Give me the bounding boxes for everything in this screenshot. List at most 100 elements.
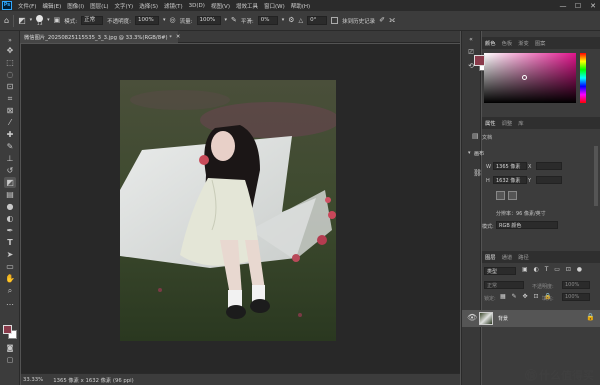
object-selection-tool-icon[interactable]: ⊡ [4, 81, 16, 92]
menu-help[interactable]: 帮助(H) [288, 2, 313, 10]
airbrush-icon[interactable]: ✎ [231, 17, 237, 24]
tab-properties[interactable]: 属性 [485, 119, 496, 127]
minimize-button[interactable]: — [556, 0, 570, 11]
eraser-tool-icon[interactable]: ◩ [18, 16, 26, 25]
menu-view[interactable]: 视图(V) [208, 2, 233, 10]
eyedropper-tool-icon[interactable]: ⁄ [4, 117, 16, 128]
fill-field[interactable]: 100% [562, 293, 590, 301]
brush-tool-icon[interactable]: ✎ [4, 141, 16, 152]
tab-color[interactable]: 颜色 [485, 39, 496, 47]
opacity-field[interactable]: 100% [135, 16, 160, 25]
link-proportions-icon[interactable]: ⛓ [473, 170, 482, 177]
chevron-down-icon[interactable]: ▾ [225, 18, 228, 23]
landscape-orientation-button[interactable] [508, 191, 517, 200]
document-tab-bar: 微信图片_20250825115535_3_3.jpg @ 33.3%(RGB/… [20, 31, 460, 43]
color-picker-cursor[interactable] [522, 75, 527, 80]
clone-stamp-tool-icon[interactable]: ⊥ [4, 153, 16, 164]
tab-channels[interactable]: 通道 [502, 253, 513, 261]
lasso-tool-icon[interactable]: ◌ [4, 69, 16, 80]
dodge-tool-icon[interactable]: ◐ [4, 213, 16, 224]
hand-tool-icon[interactable]: ✋ [4, 273, 16, 284]
pressure-size-icon[interactable]: ✐ [379, 17, 385, 24]
symmetry-icon[interactable]: ⟗ [389, 17, 395, 24]
chevron-down-icon[interactable]: ▾ [163, 18, 166, 23]
x-field[interactable] [536, 162, 562, 170]
menu-edit[interactable]: 编辑(E) [39, 2, 64, 10]
screen-mode-icon[interactable]: ▢ [4, 355, 16, 366]
layer-opacity-field[interactable]: 100% [562, 281, 590, 289]
color-picker-field[interactable] [484, 53, 576, 103]
document-image[interactable] [120, 80, 336, 341]
gradient-tool-icon[interactable]: ▤ [4, 189, 16, 200]
tab-patterns[interactable]: 图案 [535, 39, 546, 47]
blur-tool-icon[interactable]: ● [4, 201, 16, 212]
color-mode-select[interactable]: RGB 颜色 [496, 221, 558, 229]
tab-layers[interactable]: 图层 [485, 253, 496, 261]
expand-panels-icon[interactable]: « [465, 34, 477, 45]
angle-icon: △ [298, 16, 304, 24]
menu-window[interactable]: 窗口(W) [261, 2, 288, 10]
move-tool-icon[interactable]: ✥ [4, 45, 16, 56]
frame-tool-icon[interactable]: ⊠ [4, 105, 16, 116]
close-tab-icon[interactable]: ✕ [176, 34, 180, 40]
pen-tool-icon[interactable]: ✒ [4, 225, 16, 236]
properties-scrollbar[interactable] [594, 146, 598, 206]
zoom-level[interactable]: 33.33% [23, 377, 43, 383]
brush-preset-picker[interactable]: 13 [36, 14, 44, 27]
hue-slider[interactable] [580, 53, 586, 103]
menu-image[interactable]: 图像(I) [64, 2, 87, 10]
y-field[interactable] [536, 176, 562, 184]
tab-adjustments[interactable]: 调整 [502, 119, 513, 127]
menu-filter[interactable]: 滤镜(T) [161, 2, 186, 10]
layer-kind-filter[interactable]: 类型 [484, 267, 516, 275]
zoom-tool-icon[interactable]: ⌕ [4, 285, 16, 296]
home-icon[interactable]: ⌂ [4, 16, 9, 25]
height-field[interactable]: 1632 像素 [493, 176, 527, 184]
mode-select[interactable]: 正常 [81, 16, 104, 25]
crop-tool-icon[interactable]: ⌗ [4, 93, 16, 104]
brush-settings-icon[interactable]: ▣ [54, 17, 61, 24]
smoothing-field[interactable]: 0% [257, 16, 278, 25]
more-tools-icon[interactable]: … [4, 297, 16, 308]
eraser-tool-icon[interactable]: ◩ [4, 177, 16, 188]
maximize-button[interactable]: ☐ [571, 0, 585, 11]
erase-to-history-checkbox[interactable] [331, 17, 339, 24]
width-field[interactable]: 1365 像素 [493, 162, 527, 170]
color-panel-foreground-swatch[interactable] [474, 55, 485, 66]
blend-mode-select[interactable]: 正常 [484, 281, 524, 289]
tab-gradients[interactable]: 渐变 [518, 39, 529, 47]
menu-file[interactable]: 文件(F) [15, 2, 39, 10]
path-selection-tool-icon[interactable]: ➤ [4, 249, 16, 260]
tab-swatches[interactable]: 色板 [502, 39, 513, 47]
menu-type[interactable]: 文字(Y) [112, 2, 137, 10]
layer-filter-icons[interactable]: ▣ ◐ T ▭ ⊡ ● [522, 267, 584, 273]
opacity-label: 不透明度: [107, 18, 132, 25]
history-brush-tool-icon[interactable]: ↺ [4, 165, 16, 176]
section-collapse-icon[interactable]: ▾ [468, 150, 471, 156]
menu-plugins[interactable]: 增效工具 [233, 2, 261, 10]
visibility-eye-icon[interactable]: 👁 [467, 314, 477, 322]
rectangle-tool-icon[interactable]: ▭ [4, 261, 16, 272]
angle-field[interactable]: 0° [307, 16, 328, 25]
chevron-down-icon[interactable]: ▾ [47, 18, 50, 23]
layer-row-background[interactable]: 👁 背景 🔒 [462, 310, 600, 327]
flow-field[interactable]: 100% [196, 16, 221, 25]
type-tool-icon[interactable]: T [4, 237, 16, 248]
chevron-down-icon[interactable]: ▾ [282, 18, 285, 23]
document-tab[interactable]: 微信图片_20250825115535_3_3.jpg @ 33.3%(RGB/… [20, 31, 180, 43]
tab-paths[interactable]: 路径 [518, 253, 529, 261]
portrait-orientation-button[interactable] [496, 191, 505, 200]
menu-layer[interactable]: 图层(L) [87, 2, 111, 10]
close-window-button[interactable]: ✕ [586, 0, 600, 11]
chevron-down-icon[interactable]: ▾ [30, 18, 33, 23]
healing-brush-tool-icon[interactable]: ✚ [4, 129, 16, 140]
menu-select[interactable]: 选择(S) [136, 2, 161, 10]
menu-3d[interactable]: 3D(D) [186, 3, 208, 9]
smoothing-settings-icon[interactable]: ⚙ [288, 17, 294, 24]
marquee-tool-icon[interactable]: ⬚ [4, 57, 16, 68]
tab-libraries[interactable]: 库 [518, 119, 523, 127]
watermark-logo-icon: 值 [525, 369, 537, 382]
foreground-color-swatch[interactable] [3, 325, 12, 334]
quick-mask-icon[interactable]: ◙ [4, 343, 16, 354]
pressure-opacity-icon[interactable]: ◎ [170, 17, 176, 24]
